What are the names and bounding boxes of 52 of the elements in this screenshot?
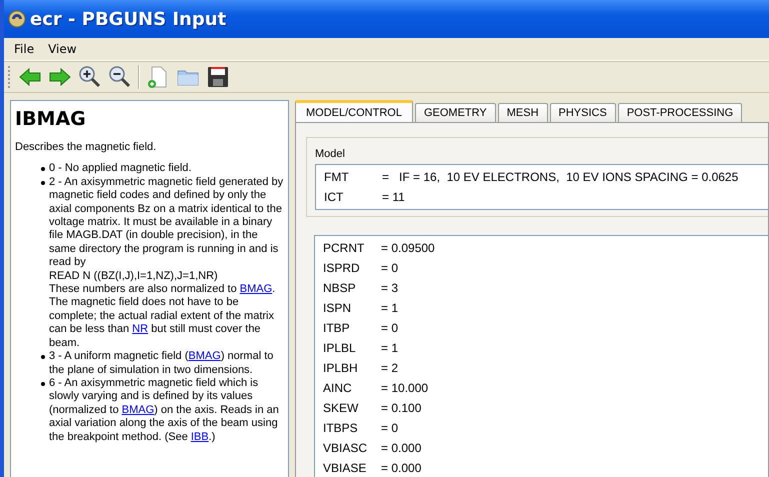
tab[interactable]: PHYSICS	[550, 103, 616, 122]
parameter-value: = IF = 16, 10 EV ELECTRONS, 10 EV IONS SPACING = 0.0625	[382, 170, 738, 184]
right-arrow-icon[interactable]	[48, 65, 72, 89]
help-list-item: 6 - An axisymmetric magnetic field which is slowly varying and is defined by its values (normalized to BMAG) on the axis. Reads in an axial variation along the axis of the beam using the breakpoint method. (See IBB.)	[45, 376, 284, 444]
help-list-item: 3 - A uniform magnetic field (BMAG) normal to the plane of simulation in two dimensions.	[45, 350, 284, 377]
parameter-name: VBIASE	[323, 461, 368, 475]
group-label: Model	[315, 148, 346, 160]
parameter-name: ICT	[324, 190, 344, 204]
parameter-value: = 0.000	[381, 441, 422, 455]
parameter-name: PCRNT	[323, 241, 366, 255]
help-link[interactable]: BMAG	[240, 283, 272, 296]
window-title: ecr - PBGUNS Input	[30, 8, 226, 30]
tab[interactable]: MODEL/CONTROL	[295, 100, 413, 122]
parameter-name: ITBP	[323, 321, 351, 335]
parameter-name: AINC	[323, 381, 353, 395]
parameter-name: ISPN	[323, 301, 352, 315]
parameter-value: = 2	[381, 361, 398, 375]
parameter-name: IPLBL	[323, 341, 357, 355]
menu-item[interactable]: View	[42, 40, 83, 58]
menu-item[interactable]: File	[8, 40, 40, 58]
tab[interactable]: POST-PROCESSING	[618, 103, 742, 122]
parameter-value: = 11	[382, 190, 405, 204]
zoom-out-icon[interactable]	[108, 65, 132, 89]
parameter-name: SKEW	[323, 401, 360, 415]
parameter-value: = 0	[381, 321, 398, 335]
parameter-name: FMT	[324, 170, 350, 184]
help-link[interactable]: NR	[132, 323, 148, 336]
help-link[interactable]: IBB	[190, 430, 209, 443]
tab[interactable]: GEOMETRY	[414, 103, 496, 122]
help-text: Describes the magnetic field.	[15, 141, 158, 154]
help-link[interactable]: BMAG	[188, 350, 221, 362]
parameter-value: = 3	[381, 281, 398, 295]
parameter-value: = 1	[381, 301, 398, 315]
help-list-item: 2 - An axisymmetric magnetic field generated by magnetic field codes and defined by only the axial components Bz on a matrix identical to the voltage matrix. It must be available in a binary file MAGB.DAT (in double precision), in the same directory the program is running in and is read by READ N ((BZ(I,J),I=1,NZ),J=1,NR) These numbers are also normalized to BMAG. The magnetic field does not have to be complete; the actual radial extent of the matrix can be less than NR but still must cover the beam.	[45, 176, 284, 350]
parameter-value: = 10.000	[381, 381, 428, 395]
app-logo-icon	[8, 10, 26, 28]
left-arrow-icon[interactable]	[18, 65, 42, 89]
parameter-name: ITBPS	[323, 421, 359, 435]
parameter-value: = 0.100	[381, 401, 422, 415]
zoom-in-icon[interactable]	[78, 65, 102, 89]
parameter-value: = 0.000	[381, 461, 422, 475]
parameter-value: = 1	[381, 341, 398, 355]
parameter-name: ISPRD	[323, 261, 361, 275]
parameter-name: VBIASC	[323, 441, 368, 455]
tab[interactable]: MESH	[498, 103, 548, 122]
help-title: IBMAG	[15, 107, 87, 131]
parameter-value: = 0	[381, 261, 398, 275]
parameter-name: NBSP	[323, 281, 357, 295]
help-link[interactable]: BMAG	[122, 404, 154, 416]
parameter-value: = 0	[381, 421, 398, 435]
parameter-name: IPLBH	[323, 361, 359, 375]
parameter-value: = 0.09500	[381, 241, 435, 255]
